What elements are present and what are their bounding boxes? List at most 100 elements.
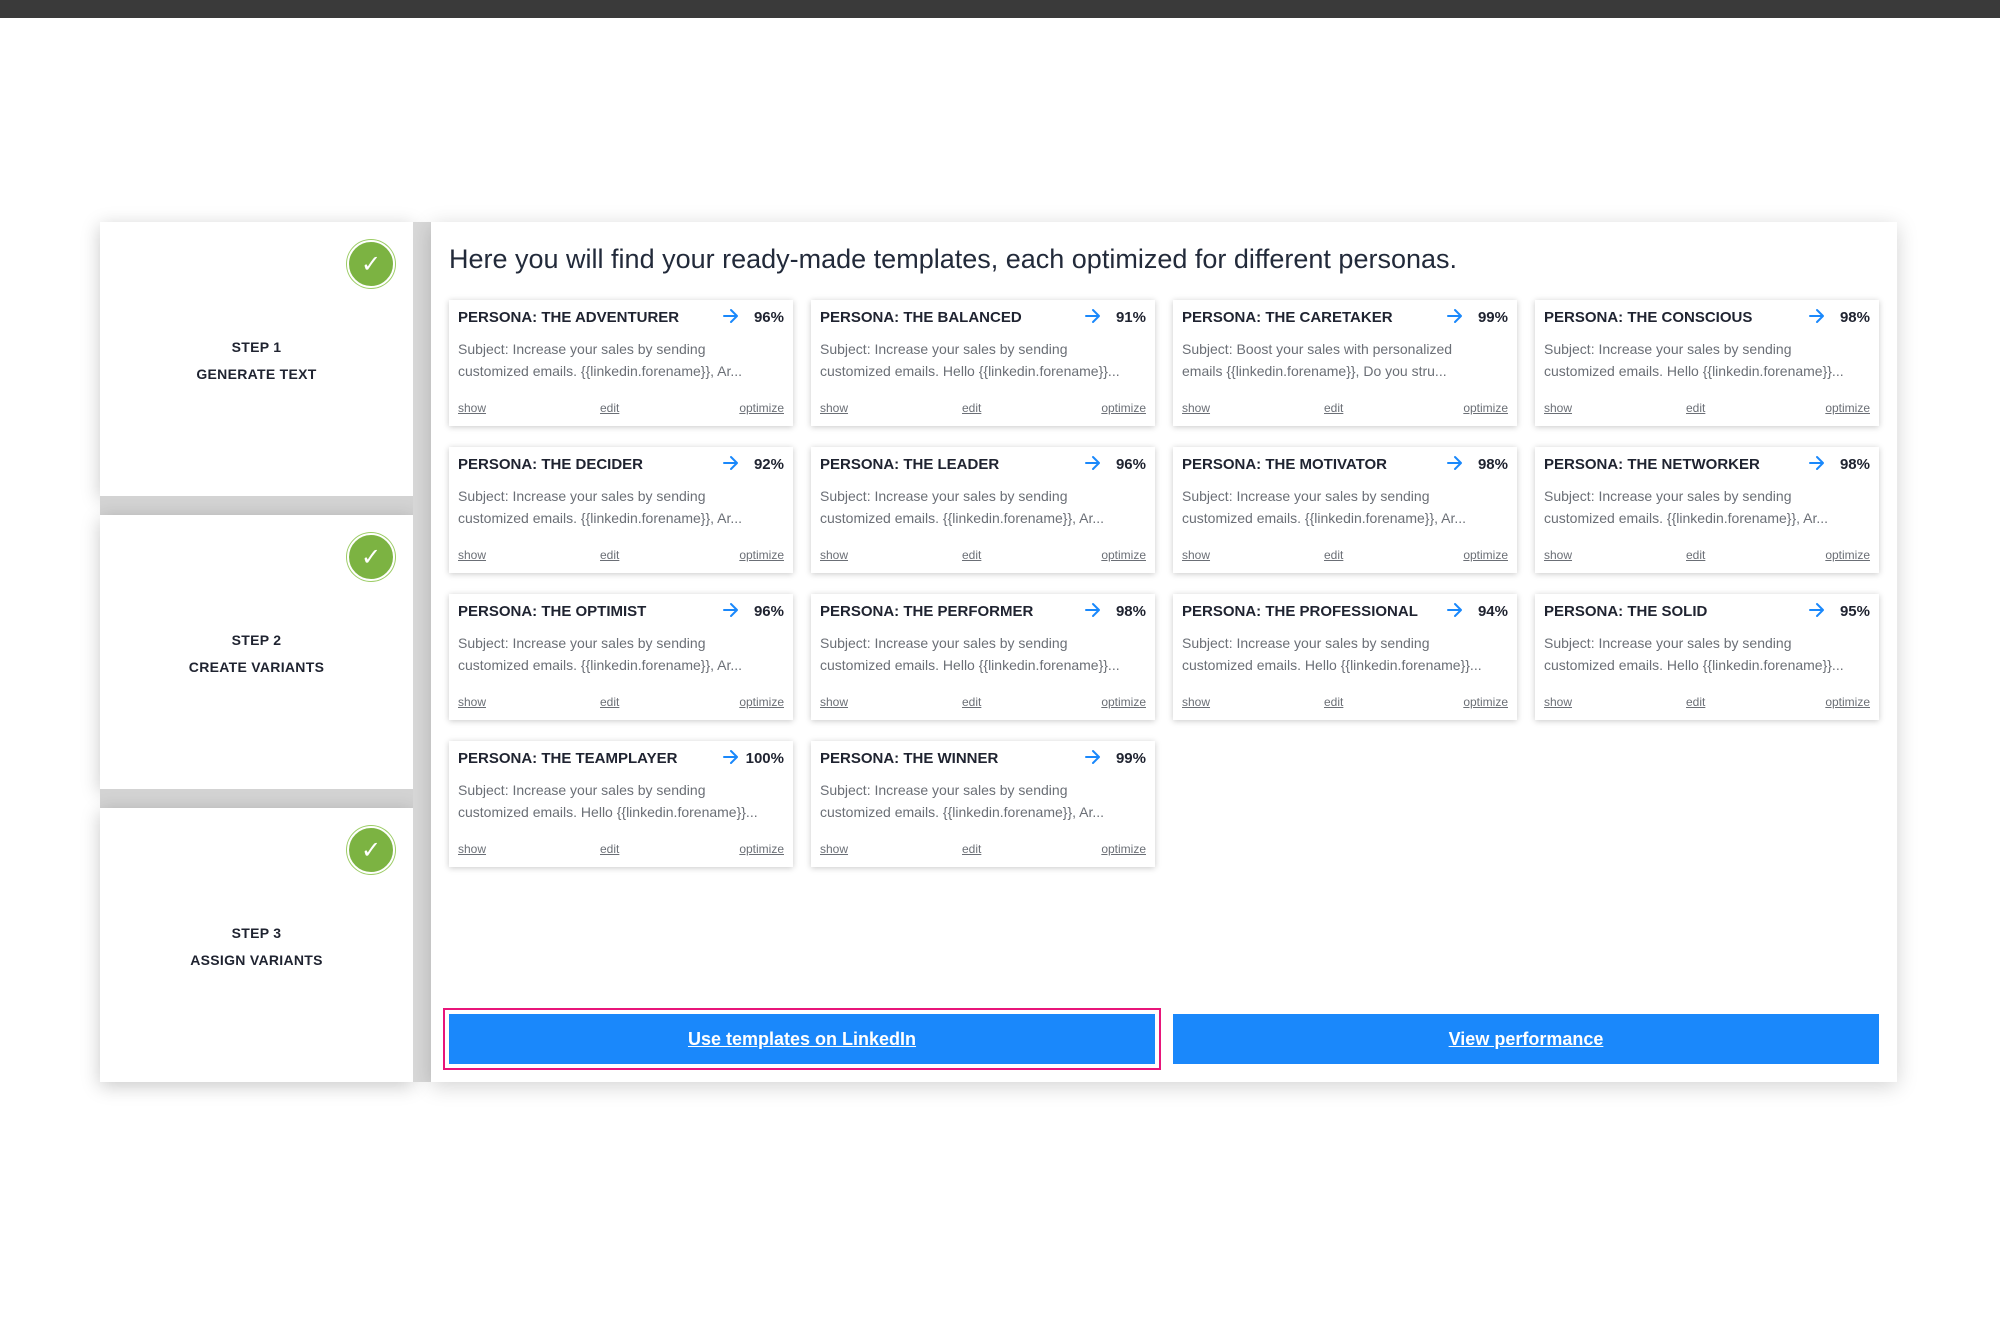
persona-score: 92% (753, 456, 784, 473)
template-card[interactable]: PERSONA: THE BALANCED 91% Subject: Increas… (811, 300, 1155, 426)
edit-link[interactable]: edit (600, 548, 619, 562)
optimize-link[interactable]: optimize (1101, 695, 1146, 709)
template-snippet: Subject: Increase your sales by sending c… (458, 485, 784, 529)
optimize-link[interactable]: optimize (739, 842, 784, 856)
arrow-right-icon (1085, 750, 1100, 764)
snippet-line: Subject: Increase your sales by sending (820, 488, 1068, 504)
persona-score: 100% (745, 750, 784, 767)
template-snippet: Subject: Increase your sales by sending c… (458, 779, 784, 823)
optimize-link[interactable]: optimize (739, 695, 784, 709)
snippet-line: Subject: Increase your sales by sending (1544, 341, 1792, 357)
show-link[interactable]: show (1182, 548, 1210, 562)
show-link[interactable]: show (1182, 695, 1210, 709)
template-snippet: Subject: Increase your sales by sending c… (1544, 338, 1870, 382)
template-card[interactable]: PERSONA: THE NETWORKER 98% Subject: Increa… (1535, 447, 1879, 573)
step-3-title: ASSIGN VARIANTS (190, 952, 323, 968)
edit-link[interactable]: edit (962, 401, 981, 415)
optimize-link[interactable]: optimize (1825, 548, 1870, 562)
template-card[interactable]: PERSONA: THE MOTIVATOR 98% Subject: Increa… (1173, 447, 1517, 573)
persona-score: 99% (1115, 750, 1146, 767)
persona-title: PERSONA: THE PROFESSIONAL (1182, 603, 1418, 620)
optimize-link[interactable]: optimize (1463, 401, 1508, 415)
snippet-line: customized emails. {{linkedin.forename}}… (458, 363, 743, 379)
persona-score: 98% (1839, 456, 1870, 473)
show-link[interactable]: show (458, 401, 486, 415)
arrow-right-icon (1809, 309, 1824, 323)
template-card[interactable]: PERSONA: THE DECIDER 92% Subject: Increase… (449, 447, 793, 573)
persona-title: PERSONA: THE OPTIMIST (458, 603, 647, 620)
step-3-panel[interactable]: ✓ STEP 3 ASSIGN VARIANTS (100, 808, 413, 1082)
view-performance-button[interactable]: View performance (1173, 1014, 1879, 1064)
template-card[interactable]: PERSONA: THE SOLID 95% Subject: Increase y… (1535, 594, 1879, 720)
edit-link[interactable]: edit (600, 695, 619, 709)
template-card[interactable]: PERSONA: THE OPTIMIST 96% Subject: Increas… (449, 594, 793, 720)
edit-link[interactable]: edit (600, 842, 619, 856)
snippet-line: Subject: Increase your sales by sending (820, 341, 1068, 357)
template-card[interactable]: PERSONA: THE WINNER 99% Subject: Increase … (811, 741, 1155, 867)
edit-link[interactable]: edit (1324, 695, 1343, 709)
arrow-right-icon (723, 603, 738, 617)
show-link[interactable]: show (820, 842, 848, 856)
use-templates-linkedin-button[interactable]: Use templates on LinkedIn (449, 1014, 1155, 1064)
persona-title: PERSONA: THE BALANCED (820, 309, 1022, 326)
snippet-line: Subject: Boost your sales with personali… (1182, 341, 1453, 357)
optimize-link[interactable]: optimize (1101, 548, 1146, 562)
optimize-link[interactable]: optimize (1463, 548, 1508, 562)
template-card[interactable]: PERSONA: THE TEAMPLAYER 100% Subject: Incr… (449, 741, 793, 867)
edit-link[interactable]: edit (1686, 695, 1705, 709)
wizard-container: ✓ STEP 1 GENERATE TEXT ✓ STEP 2 CREATE V… (100, 222, 1897, 1082)
persona-score: 96% (1115, 456, 1146, 473)
template-card[interactable]: PERSONA: THE CONSCIOUS 98% Subject: Increa… (1535, 300, 1879, 426)
show-link[interactable]: show (820, 548, 848, 562)
show-link[interactable]: show (1544, 695, 1572, 709)
optimize-link[interactable]: optimize (739, 401, 784, 415)
arrow-right-icon (1447, 603, 1462, 617)
template-card[interactable]: PERSONA: THE ADVENTURER 96% Subject: Incre… (449, 300, 793, 426)
edit-link[interactable]: edit (600, 401, 619, 415)
arrow-right-icon (723, 456, 738, 470)
snippet-line: customized emails. Hello {{linkedin.fore… (458, 804, 758, 820)
template-card[interactable]: PERSONA: THE PROFESSIONAL 94% Subject: Inc… (1173, 594, 1517, 720)
show-link[interactable]: show (1544, 548, 1572, 562)
optimize-link[interactable]: optimize (739, 548, 784, 562)
optimize-link[interactable]: optimize (1825, 401, 1870, 415)
snippet-line: customized emails. Hello {{linkedin.fore… (1544, 657, 1844, 673)
show-link[interactable]: show (458, 548, 486, 562)
optimize-link[interactable]: optimize (1463, 695, 1508, 709)
step-2-panel[interactable]: ✓ STEP 2 CREATE VARIANTS (100, 515, 413, 789)
step-2-label: STEP 2 CREATE VARIANTS (100, 627, 413, 681)
edit-link[interactable]: edit (1324, 548, 1343, 562)
persona-score: 96% (753, 309, 784, 326)
template-card[interactable]: PERSONA: THE PERFORMER 98% Subject: Increa… (811, 594, 1155, 720)
show-link[interactable]: show (820, 401, 848, 415)
optimize-link[interactable]: optimize (1825, 695, 1870, 709)
show-link[interactable]: show (458, 695, 486, 709)
card-actions: show edit optimize (458, 548, 784, 564)
edit-link[interactable]: edit (1686, 548, 1705, 562)
card-actions: show edit optimize (458, 401, 784, 417)
persona-score: 95% (1839, 603, 1870, 620)
edit-link[interactable]: edit (962, 842, 981, 856)
show-link[interactable]: show (1182, 401, 1210, 415)
show-link[interactable]: show (820, 695, 848, 709)
optimize-link[interactable]: optimize (1101, 842, 1146, 856)
snippet-line: customized emails. {{linkedin.forename}}… (458, 510, 743, 526)
show-link[interactable]: show (1544, 401, 1572, 415)
snippet-line: customized emails. {{linkedin.forename}}… (820, 510, 1105, 526)
persona-score: 94% (1477, 603, 1508, 620)
arrow-right-icon (1809, 456, 1824, 470)
persona-title: PERSONA: THE CONSCIOUS (1544, 309, 1753, 326)
template-snippet: Subject: Increase your sales by sending c… (820, 338, 1146, 382)
edit-link[interactable]: edit (1324, 401, 1343, 415)
show-link[interactable]: show (458, 842, 486, 856)
template-snippet: Subject: Increase your sales by sending c… (1182, 485, 1508, 529)
template-card[interactable]: PERSONA: THE CARETAKER 99% Subject: Boost … (1173, 300, 1517, 426)
template-snippet: Subject: Increase your sales by sending c… (1544, 632, 1870, 676)
edit-link[interactable]: edit (1686, 401, 1705, 415)
step-1-panel[interactable]: ✓ STEP 1 GENERATE TEXT (100, 222, 413, 496)
optimize-link[interactable]: optimize (1101, 401, 1146, 415)
edit-link[interactable]: edit (962, 695, 981, 709)
snippet-line: Subject: Increase your sales by sending (1544, 635, 1792, 651)
template-card[interactable]: PERSONA: THE LEADER 96% Subject: Increase … (811, 447, 1155, 573)
edit-link[interactable]: edit (962, 548, 981, 562)
